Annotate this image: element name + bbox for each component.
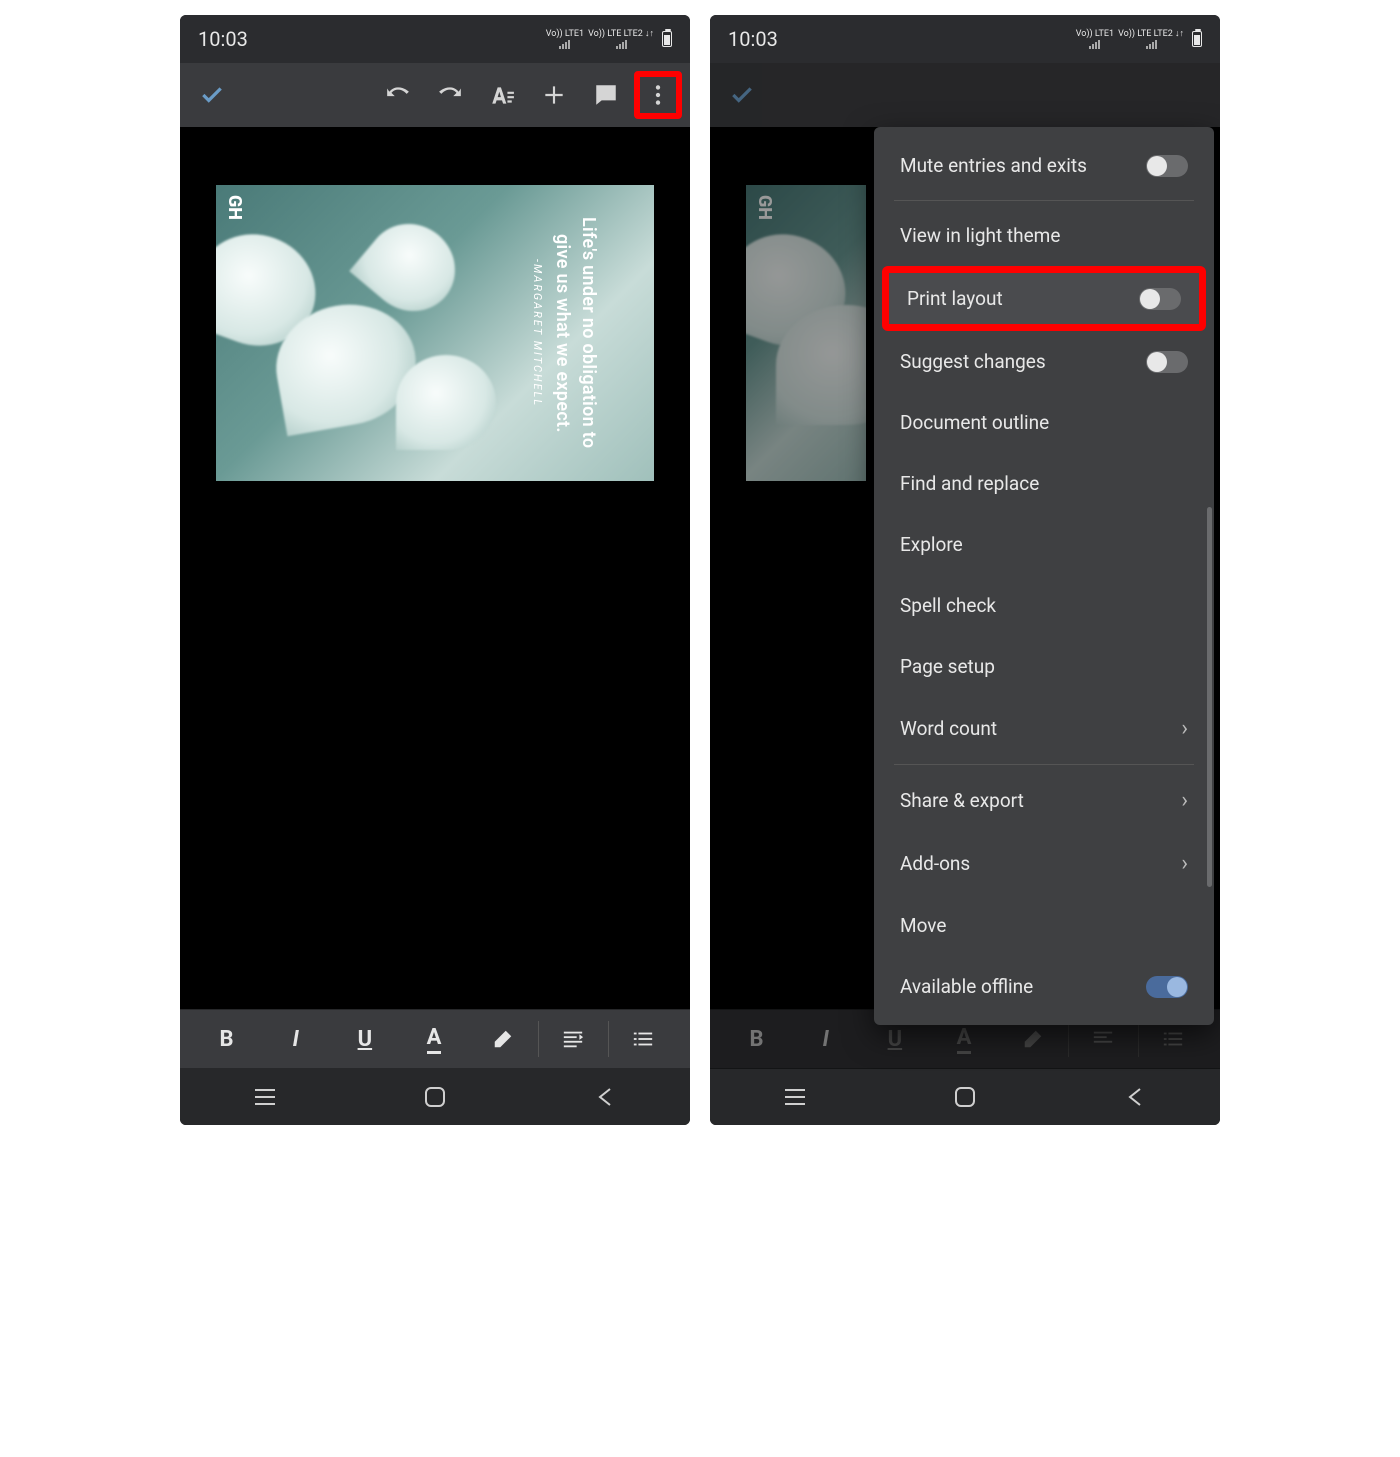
system-nav-bar: [710, 1069, 1220, 1125]
home-button[interactable]: [925, 1086, 1005, 1108]
menu-page-setup[interactable]: Page setup: [874, 636, 1214, 697]
status-time: 10:03: [728, 27, 778, 51]
menu-move-label: Move: [900, 914, 946, 937]
align-button[interactable]: [539, 1010, 608, 1068]
menu-find-label: Find and replace: [900, 472, 1039, 495]
status-time: 10:03: [198, 27, 248, 51]
top-toolbar: [180, 63, 690, 127]
menu-spell-label: Spell check: [900, 594, 996, 617]
status-right-icons: Vo)) LTE1 Vo)) LTE LTE2 ↓↑: [546, 30, 672, 49]
home-button[interactable]: [395, 1086, 475, 1108]
menu-available-offline[interactable]: Available offline: [874, 956, 1214, 1017]
menu-share-label: Share & export: [900, 789, 1024, 812]
menu-suggest-changes[interactable]: Suggest changes: [874, 331, 1214, 392]
menu-mute-label: Mute entries and exits: [900, 154, 1087, 177]
phone-left: 10:03 Vo)) LTE1 Vo)) LTE LTE2 ↓↑: [180, 15, 690, 1125]
text-color-button[interactable]: A: [399, 1010, 468, 1068]
system-nav-bar: [180, 1069, 690, 1125]
toggle-print-layout[interactable]: [1139, 288, 1181, 310]
done-button[interactable]: [188, 71, 236, 119]
menu-document-outline[interactable]: Document outline: [874, 392, 1214, 453]
menu-addons-label: Add-ons: [900, 852, 970, 875]
toggle-mute[interactable]: [1146, 155, 1188, 177]
text-format-button[interactable]: [478, 71, 526, 119]
underline-button[interactable]: U: [330, 1010, 399, 1068]
menu-addons[interactable]: Add-ons ›: [874, 832, 1214, 895]
toggle-suggest[interactable]: [1146, 351, 1188, 373]
menu-light-theme[interactable]: View in light theme: [874, 205, 1214, 266]
phone-right: 10:03 Vo)) LTE1 Vo)) LTE LTE2 ↓↑ GH Mute…: [710, 15, 1220, 1125]
menu-move[interactable]: Move: [874, 895, 1214, 956]
menu-spell-check[interactable]: Spell check: [874, 575, 1214, 636]
status-bar: 10:03 Vo)) LTE1 Vo)) LTE LTE2 ↓↑: [710, 15, 1220, 63]
menu-light-theme-label: View in light theme: [900, 224, 1060, 247]
highlight-button[interactable]: [469, 1010, 538, 1068]
italic-button[interactable]: I: [791, 1010, 860, 1068]
insert-button[interactable]: [530, 71, 578, 119]
overflow-menu: Mute entries and exits View in light the…: [874, 127, 1214, 1025]
italic-button[interactable]: I: [261, 1010, 330, 1068]
recents-button[interactable]: [225, 1088, 305, 1106]
menu-print-layout[interactable]: Print layout: [882, 266, 1206, 331]
battery-icon: [1192, 31, 1202, 47]
list-button[interactable]: [609, 1010, 678, 1068]
toggle-offline[interactable]: [1146, 976, 1188, 998]
menu-word-count[interactable]: Word count ›: [874, 697, 1214, 760]
status-right-icons: Vo)) LTE1 Vo)) LTE LTE2 ↓↑: [1076, 30, 1202, 49]
format-toolbar: B I U A: [180, 1009, 690, 1069]
menu-outline-label: Document outline: [900, 411, 1049, 434]
bold-button[interactable]: B: [722, 1010, 791, 1068]
menu-suggest-label: Suggest changes: [900, 350, 1046, 373]
undo-button[interactable]: [374, 71, 422, 119]
menu-explore[interactable]: Explore: [874, 514, 1214, 575]
chevron-right-icon: ›: [1181, 851, 1188, 876]
bold-button[interactable]: B: [192, 1010, 261, 1068]
document-page: GH Life's under no obligation to give us…: [216, 185, 654, 481]
chevron-right-icon: ›: [1181, 716, 1188, 741]
back-button[interactable]: [1095, 1086, 1175, 1108]
menu-print-layout-label: Print layout: [907, 287, 1003, 310]
back-button[interactable]: [565, 1086, 645, 1108]
redo-button[interactable]: [426, 71, 474, 119]
comment-button[interactable]: [582, 71, 630, 119]
recents-button[interactable]: [755, 1088, 835, 1106]
more-button[interactable]: [634, 71, 682, 119]
menu-mute-entries[interactable]: Mute entries and exits: [874, 135, 1214, 196]
scrollbar[interactable]: [1207, 507, 1212, 887]
quote-text: Life's under no obligation to give us wh…: [510, 203, 640, 463]
quote-author: -MARGARET MITCHELL: [531, 203, 544, 463]
menu-share-export[interactable]: Share & export ›: [874, 769, 1214, 832]
chevron-right-icon: ›: [1181, 788, 1188, 813]
document-canvas[interactable]: GH Life's under no obligation to give us…: [180, 127, 690, 1009]
status-bar: 10:03 Vo)) LTE1 Vo)) LTE LTE2 ↓↑: [180, 15, 690, 63]
menu-explore-label: Explore: [900, 533, 963, 556]
menu-offline-label: Available offline: [900, 975, 1033, 998]
battery-icon: [662, 31, 672, 47]
menu-word-count-label: Word count: [900, 717, 997, 740]
menu-page-setup-label: Page setup: [900, 655, 995, 678]
menu-find-replace[interactable]: Find and replace: [874, 453, 1214, 514]
watermark: GH: [224, 195, 245, 220]
